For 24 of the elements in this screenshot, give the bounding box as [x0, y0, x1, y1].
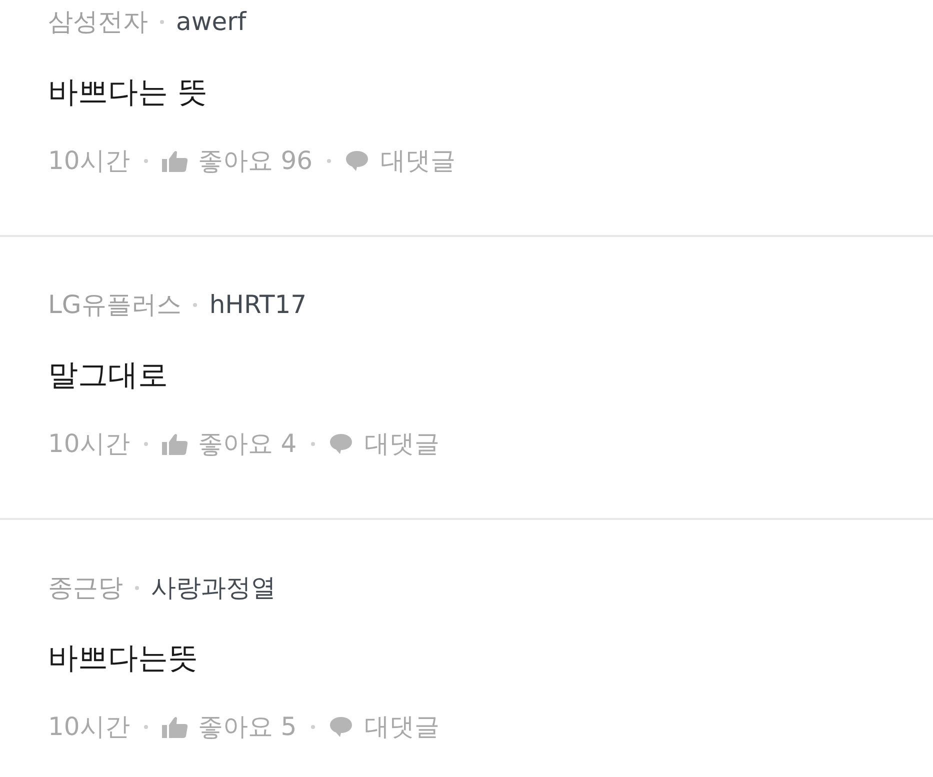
comment-text: 말그대로: [48, 356, 169, 394]
company-name: 종근당: [48, 572, 123, 604]
timestamp: 10시간: [48, 145, 130, 178]
like-button[interactable]: 좋아요 5: [162, 708, 297, 746]
reply-button[interactable]: 대댓글: [328, 425, 440, 463]
timestamp: 10시간: [48, 711, 130, 744]
timestamp: 10시간: [48, 428, 130, 460]
like-button[interactable]: 좋아요 96: [162, 142, 313, 180]
author-name: hHRT17: [209, 289, 307, 322]
speech-bubble-icon: [344, 150, 369, 172]
speech-bubble-icon: [328, 716, 353, 738]
author-name: awerf: [176, 6, 246, 38]
comment-text: 바쁘다는 뜻: [48, 74, 209, 112]
reply-button[interactable]: 대댓글: [328, 708, 440, 746]
reply-button[interactable]: 대댓글: [344, 142, 456, 180]
thumbs-up-icon: [162, 716, 188, 738]
like-button[interactable]: 좋아요 4: [162, 425, 297, 463]
thumbs-up-icon: [162, 433, 188, 455]
author-name: 사랑과정열: [151, 572, 276, 604]
company-name: LG유플러스: [48, 289, 182, 322]
speech-bubble-icon: [328, 433, 353, 455]
comment-text: 바쁘다는뜻: [48, 640, 199, 678]
thumbs-up-icon: [162, 150, 188, 172]
company-name: 삼성전자: [48, 6, 148, 38]
